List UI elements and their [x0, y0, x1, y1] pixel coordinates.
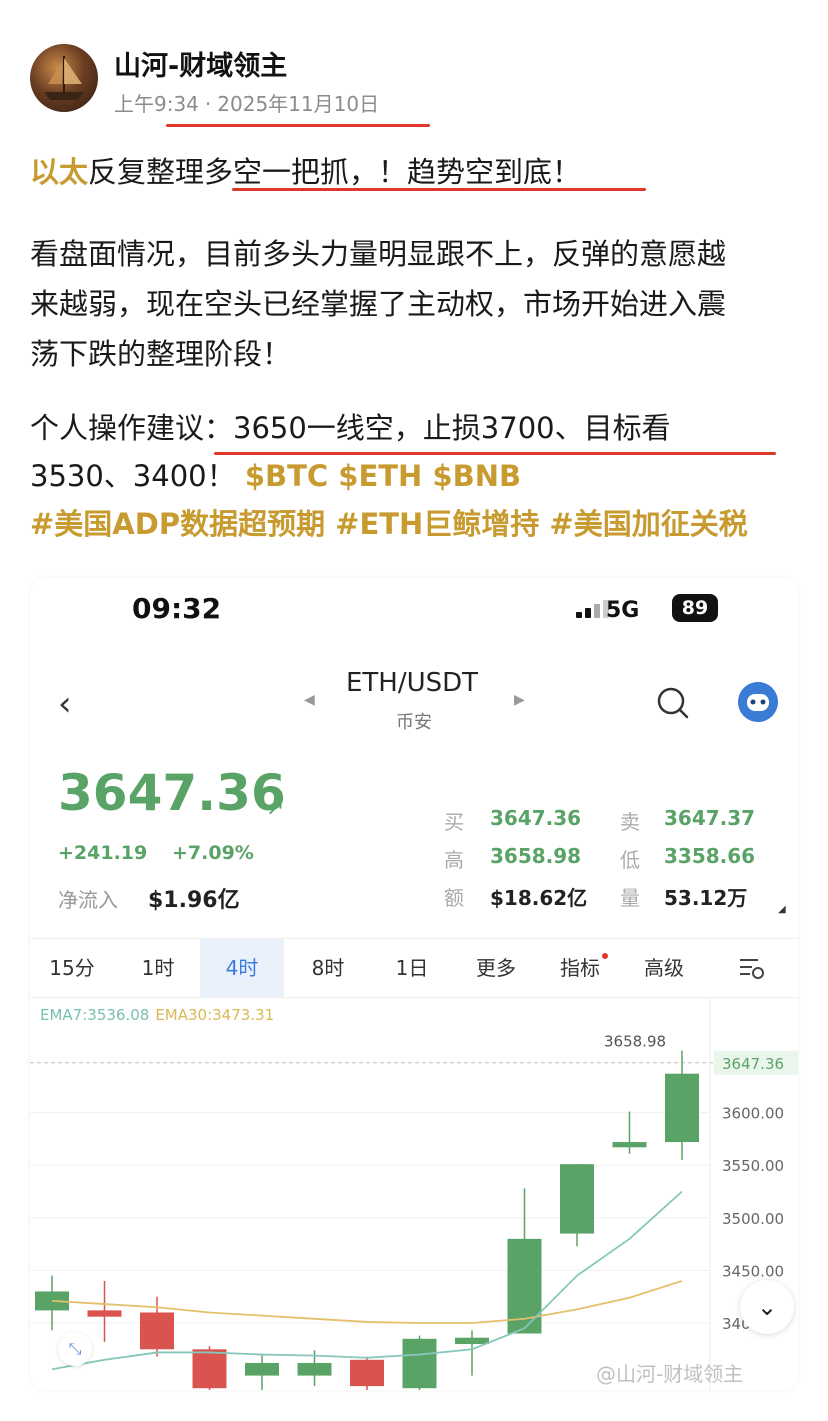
tab-8h[interactable]: 8时: [286, 939, 370, 997]
quote-value: 3647.36: [490, 806, 582, 830]
quote-label: 低: [620, 848, 640, 872]
post-date: 2025年11月10日: [217, 92, 380, 116]
assistant-bot-icon[interactable]: [738, 682, 778, 722]
advice-line: 个人操作建议：3650一线空，止损3700、目标看: [30, 411, 671, 445]
y-tick-label: 3600.00: [722, 1105, 784, 1123]
tab-15m[interactable]: 15分: [30, 939, 114, 997]
underline-annotation: [166, 124, 430, 127]
paragraph-line: 看盘面情况，目前多头力量明显跟不上，反弹的意愿越: [30, 237, 727, 271]
tab-indicators[interactable]: 指标: [538, 939, 622, 997]
candle-body: [402, 1338, 437, 1389]
post-headline: 以太反复整理多空一把抓，！趋势空到底！: [30, 152, 581, 192]
candle-body: [612, 1142, 647, 1148]
quote-label: 量: [620, 886, 640, 910]
quote-label: 买: [444, 810, 464, 834]
quote-value: 3358.66: [664, 844, 756, 868]
ema7-label: EMA7:3536.08: [40, 1006, 150, 1024]
headline-text: 反复整理多空一把抓，！趋势空到底！: [88, 155, 582, 189]
quote-value: 3647.37: [664, 806, 756, 830]
hashtags[interactable]: #美国ADP数据超预期 #ETH巨鲸增持 #美国加征关税: [30, 504, 748, 544]
advice-targets: 3530、3400！: [30, 459, 236, 493]
candlestick-chart[interactable]: 3647.363600.003550.003500.003450.003400.…: [30, 998, 798, 1390]
chart-settings-icon[interactable]: [738, 955, 766, 981]
candle-body: [87, 1310, 122, 1317]
paragraph-line: 荡下跌的整理阶段！: [30, 337, 292, 371]
quote-label: 高: [444, 848, 464, 872]
last-price: 3647.36: [58, 764, 286, 822]
candle-body: [455, 1337, 489, 1345]
status-time: 09:32: [132, 592, 222, 625]
tab-1d[interactable]: 1日: [370, 939, 454, 997]
avatar[interactable]: [30, 44, 98, 112]
tab-more[interactable]: 更多: [454, 939, 538, 997]
candle-body: [192, 1349, 227, 1389]
price-change-pct: +7.09%: [172, 842, 254, 864]
y-tick-label: 3550.00: [722, 1157, 784, 1175]
quote-value: $18.62亿: [490, 886, 588, 910]
candle-body: [297, 1362, 332, 1376]
corner-triangle-icon: ◢: [778, 904, 786, 915]
post-meta: 上午9:34 · 2025年11月10日: [114, 92, 380, 116]
prev-pair-icon[interactable]: ◀: [304, 692, 315, 708]
candle-body: [245, 1362, 279, 1376]
search-icon[interactable]: [656, 686, 690, 720]
y-tick-label: 3500.00: [722, 1210, 784, 1228]
post-time: 上午9:34: [114, 92, 199, 116]
scroll-down-button[interactable]: ⌄: [740, 1280, 794, 1334]
high-price-label: 3658.98: [604, 1033, 666, 1051]
quote-value: 3658.98: [490, 844, 582, 868]
candle-body: [665, 1073, 699, 1143]
cashtags[interactable]: $BTC $ETH $BNB: [245, 459, 521, 493]
candle-body: [140, 1312, 174, 1350]
quote-label: 卖: [620, 810, 640, 834]
expand-icon[interactable]: ⤡: [58, 1332, 92, 1366]
trend-up-icon: ↗: [266, 796, 285, 821]
ema30-label: EMA30:3473.31: [155, 1006, 275, 1024]
eth-keyword: 以太: [30, 155, 89, 189]
next-pair-icon[interactable]: ▶: [514, 692, 525, 708]
underline-annotation: [232, 188, 646, 191]
candle-body: [560, 1164, 594, 1234]
ema-legend: EMA7:3536.08 EMA30:3473.31: [40, 1006, 274, 1024]
netflow-value: $1.96亿: [148, 888, 240, 913]
network-type: 5G: [606, 598, 640, 623]
y-tick-label: 3450.00: [722, 1262, 784, 1280]
watermark: @山河-财域领主: [596, 1362, 744, 1386]
underline-annotation: [214, 452, 776, 455]
back-icon[interactable]: ‹: [58, 684, 72, 724]
notification-dot: [602, 953, 608, 959]
quote-label: 额: [444, 886, 464, 910]
y-tick-label: 3647.36: [722, 1055, 784, 1073]
interval-tabs: 15分 1时 4时 8时 1日 更多 指标 高级: [30, 938, 798, 998]
embedded-screenshot[interactable]: 09:32 5G 89 ‹ ◀ ETH/USDT 币安 ▶ 3647.36 ↗ …: [30, 578, 798, 1390]
price-change: +241.19: [58, 842, 148, 864]
battery-indicator: 89: [672, 594, 718, 622]
author-name[interactable]: 山河-财域领主: [114, 44, 287, 83]
quote-value: 53.12万: [664, 886, 748, 910]
tab-4h[interactable]: 4时: [200, 939, 284, 997]
tab-1h[interactable]: 1时: [116, 939, 200, 997]
paragraph-line: 来越弱，现在空头已经掌握了主动权，市场开始进入震: [30, 287, 727, 321]
advice-line-2: 3530、3400！ $BTC $ETH $BNB: [30, 456, 521, 496]
exchange-name: 币安: [396, 712, 432, 733]
trading-pair: ETH/USDT: [346, 668, 479, 698]
tab-advanced[interactable]: 高级: [622, 939, 706, 997]
netflow-label: 净流入: [58, 888, 118, 912]
candle-body: [350, 1359, 384, 1387]
